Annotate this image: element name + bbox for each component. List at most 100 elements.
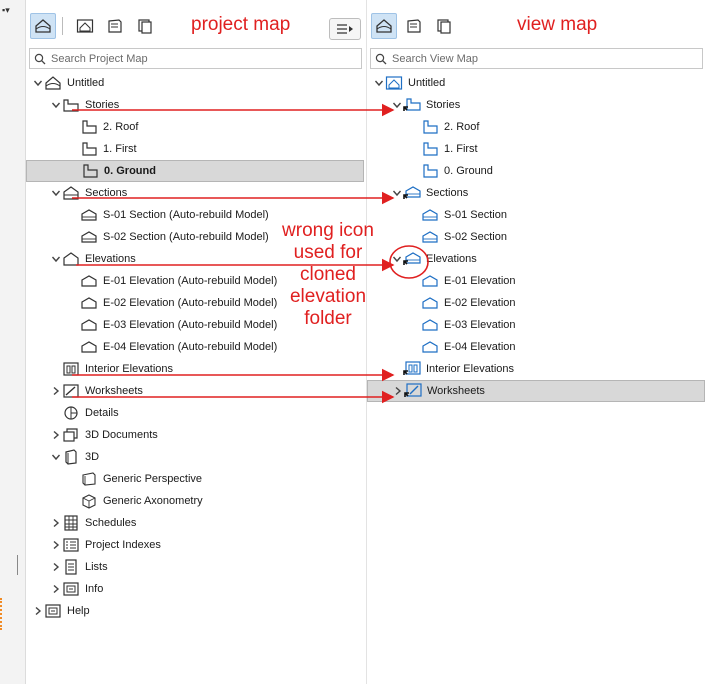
chevron-down-icon[interactable] [50, 253, 62, 265]
tree-item-label: S-01 Section [444, 209, 507, 221]
tree-item[interactable]: Worksheets [50, 380, 143, 402]
view-map-panel: view map Untitled Stories 2. Roof 1. First 0… [329, 0, 709, 684]
view-map-search-input[interactable] [392, 52, 652, 65]
chevron-down-icon[interactable] [391, 253, 403, 265]
tree-item[interactable]: 1. First [409, 138, 478, 160]
chevron-down-icon[interactable] [50, 187, 62, 199]
view-house-icon [76, 19, 94, 33]
publisher-sets-tab-button[interactable] [132, 13, 158, 39]
chevron-right-icon[interactable] [50, 539, 62, 551]
palette-menu-icon[interactable]: ▪▾ [2, 5, 10, 16]
chevron-down-icon[interactable] [32, 77, 44, 89]
view-map-publisher-tab-button[interactable] [431, 13, 457, 39]
tree-item[interactable]: E-03 Elevation (Auto-rebuild Model) [68, 314, 277, 336]
chevron-right-icon[interactable] [50, 517, 62, 529]
tree-item[interactable]: Schedules [50, 512, 136, 534]
tree-item[interactable]: E-04 Elevation [409, 336, 516, 358]
chevron-right-icon[interactable] [32, 605, 44, 617]
tree-item[interactable]: 3D [50, 446, 99, 468]
chevron-right-icon[interactable] [50, 561, 62, 573]
chevron-right-icon[interactable] [50, 429, 62, 441]
chevron-down-icon[interactable] [50, 451, 62, 463]
view-map-tab-button[interactable] [72, 13, 98, 39]
view-map-search-box[interactable] [370, 48, 703, 69]
chevron-right-icon[interactable] [50, 583, 62, 595]
tree-item[interactable]: E-01 Elevation (Auto-rebuild Model) [68, 270, 277, 292]
tree-item[interactable]: 2. Roof [68, 116, 138, 138]
tree-item[interactable]: Sections [391, 182, 468, 204]
tree-item-label: S-02 Section (Auto-rebuild Model) [103, 231, 269, 243]
chevron-right-icon[interactable] [50, 385, 62, 397]
help-icon [44, 603, 62, 619]
project-map-search-input[interactable] [51, 52, 311, 65]
splitter-handle[interactable] [17, 555, 18, 575]
tree-item[interactable]: Untitled [32, 72, 104, 94]
tree-item[interactable]: Worksheets [367, 380, 705, 402]
tree-item-label: 2. Roof [444, 121, 480, 133]
schedule-icon [62, 515, 80, 531]
view-map-project-tab-button[interactable] [371, 13, 397, 39]
chevron-down-icon[interactable] [373, 77, 385, 89]
chevron-down-icon[interactable] [50, 99, 62, 111]
tree-item[interactable]: Stories [391, 94, 460, 116]
tree-item[interactable]: S-01 Section (Auto-rebuild Model) [68, 204, 269, 226]
story-folder-icon [62, 97, 80, 113]
layout-book-tab-button[interactable] [102, 13, 128, 39]
tree-item-label: Lists [85, 561, 108, 573]
tree-item[interactable]: S-02 Section [409, 226, 507, 248]
story-icon [80, 141, 98, 157]
toolbar-separator [62, 17, 63, 35]
info-icon [62, 581, 80, 597]
tree-item[interactable]: E-04 Elevation (Auto-rebuild Model) [68, 336, 277, 358]
house-icon [376, 19, 392, 33]
tree-item[interactable]: 1. First [68, 138, 137, 160]
section-folder-icon [62, 185, 80, 201]
tree-item[interactable]: E-01 Elevation [409, 270, 516, 292]
tree-item[interactable]: E-02 Elevation [409, 292, 516, 314]
cloned-interior-elevation-icon [403, 361, 421, 377]
palette-options-button[interactable] [329, 18, 361, 40]
tree-item-label: 2. Roof [103, 121, 139, 133]
chevron-down-icon[interactable] [391, 99, 403, 111]
tree-item[interactable]: Lists [50, 556, 108, 578]
tree-item[interactable]: Elevations [391, 248, 477, 270]
tree-item[interactable]: 0. Ground [409, 160, 493, 182]
project-index-icon [62, 537, 80, 553]
tree-item[interactable]: Info [50, 578, 103, 600]
tree-item[interactable]: Project Indexes [50, 534, 161, 556]
tree-item[interactable]: Generic Perspective [68, 468, 202, 490]
tree-item-label: Generic Perspective [103, 473, 203, 485]
chevron-down-icon[interactable] [391, 187, 403, 199]
tree-item[interactable]: Help [32, 600, 90, 622]
tree-item[interactable]: Interior Elevations [391, 358, 514, 380]
tree-item[interactable]: E-02 Elevation (Auto-rebuild Model) [68, 292, 277, 314]
tree-item[interactable]: E-03 Elevation [409, 314, 516, 336]
tree-item[interactable]: 0. Ground [26, 160, 364, 182]
tree-item[interactable]: Stories [50, 94, 119, 116]
tree-item[interactable]: S-02 Section (Auto-rebuild Model) [68, 226, 269, 248]
tree-item-label: Elevations [85, 253, 136, 265]
chevron-right-icon[interactable] [392, 385, 404, 397]
tree-item[interactable]: Generic Axonometry [68, 490, 203, 512]
view-map-layout-tab-button[interactable] [401, 13, 427, 39]
tree-item-label: 0. Ground [444, 165, 493, 177]
project-map-tab-button[interactable] [30, 13, 56, 39]
tree-item[interactable]: Details [50, 402, 119, 424]
tree-item[interactable]: Untitled [373, 72, 445, 94]
tree-item-label: Interior Elevations [85, 363, 174, 375]
tree-item[interactable]: Interior Elevations [50, 358, 173, 380]
tree-item[interactable]: 2. Roof [409, 116, 479, 138]
tree-item[interactable]: Elevations [50, 248, 136, 270]
project-map-search-box[interactable] [29, 48, 362, 69]
tree-item[interactable]: Sections [50, 182, 127, 204]
story-view-icon [421, 163, 439, 179]
tree-item[interactable]: 3D Documents [50, 424, 158, 446]
tree-item[interactable]: S-01 Section [409, 204, 507, 226]
